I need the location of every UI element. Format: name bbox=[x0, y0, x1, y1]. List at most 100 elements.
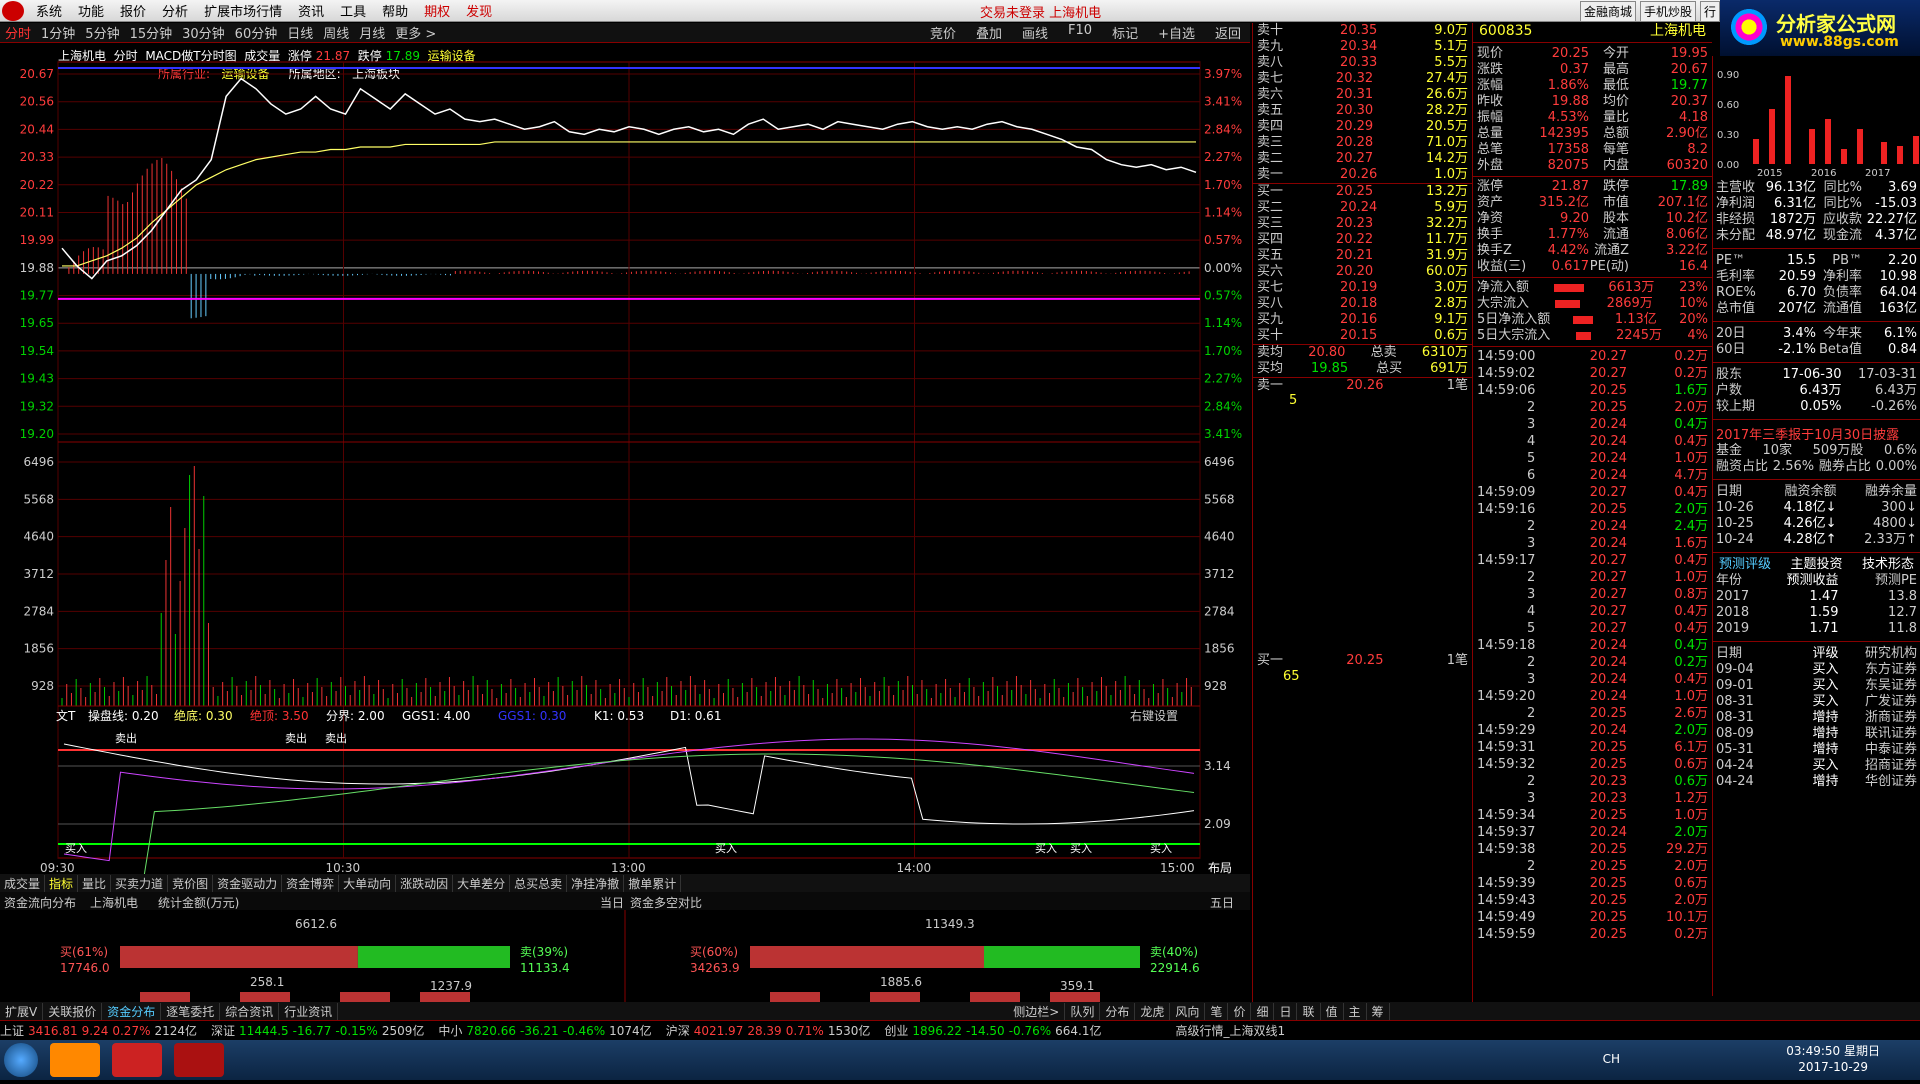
bid-row[interactable]: 买四 20.22 11.7万 bbox=[1253, 232, 1472, 248]
browser-icon[interactable] bbox=[50, 1043, 101, 1077]
mobile-button[interactable]: 手机炒股 bbox=[1640, 1, 1697, 22]
indicator-tab[interactable]: 竞价图 bbox=[168, 874, 214, 892]
more-button[interactable]: 行 bbox=[1700, 1, 1721, 22]
bid-row[interactable]: 买二 20.24 5.9万 bbox=[1253, 200, 1472, 216]
index-name[interactable]: 中小 bbox=[438, 1022, 462, 1039]
ask-row[interactable]: 卖四 20.29 20.5万 bbox=[1253, 119, 1472, 135]
period-tab[interactable]: 月线 bbox=[354, 23, 390, 42]
tool-button[interactable]: 标记 bbox=[1107, 23, 1143, 42]
indicator-tab[interactable]: 涨跌动因 bbox=[396, 874, 454, 892]
indicator-tab[interactable]: 总买总卖 bbox=[510, 874, 568, 892]
indicator-tab[interactable]: 净挂净撤 bbox=[567, 874, 625, 892]
period-tab[interactable]: 60分钟 bbox=[230, 23, 283, 42]
ask-row[interactable]: 卖五 20.30 28.2万 bbox=[1253, 103, 1472, 119]
bid-row[interactable]: 买八 20.18 2.8万 bbox=[1253, 296, 1472, 312]
ask-row[interactable]: 卖三 20.28 71.0万 bbox=[1253, 135, 1472, 151]
tool-button[interactable]: +自选 bbox=[1153, 23, 1200, 42]
intraday-chart[interactable]: 20.67 3.97% 20.56 3.41% 20.44 2.84% 20.33 2.27%… bbox=[0, 44, 1252, 874]
bid-row[interactable]: 买六 20.20 60.0万 bbox=[1253, 264, 1472, 280]
period-tab[interactable]: 30分钟 bbox=[177, 23, 230, 42]
trading-app-icon[interactable] bbox=[174, 1043, 225, 1077]
menu-item[interactable]: 系统 bbox=[28, 1, 70, 20]
side-tab[interactable]: 值 bbox=[1321, 1002, 1344, 1020]
period-tab[interactable]: 1分钟 bbox=[36, 23, 80, 42]
bid-label: 买二 bbox=[1257, 200, 1284, 215]
tool-button[interactable]: 叠加 bbox=[971, 23, 1007, 42]
system-clock[interactable]: 03:49:50 星期日 2017-10-29 bbox=[1786, 1043, 1880, 1075]
back-button[interactable]: 返回 bbox=[1210, 23, 1246, 42]
indicator-tab[interactable]: 撤单累计 bbox=[624, 874, 682, 892]
bottom-tab[interactable]: 综合资讯 bbox=[220, 1002, 280, 1020]
side-tab[interactable]: 筹 bbox=[1367, 1002, 1390, 1020]
bottom-tab[interactable]: 关联报价 bbox=[43, 1002, 103, 1020]
bid-row[interactable]: 买十 20.15 0.6万 bbox=[1253, 328, 1472, 344]
start-button-icon[interactable] bbox=[4, 1043, 38, 1077]
ask-row[interactable]: 卖九 20.34 5.1万 bbox=[1253, 39, 1472, 55]
tool-button[interactable]: 竞价 bbox=[925, 23, 961, 42]
side-tab[interactable]: 分布 bbox=[1100, 1002, 1136, 1020]
period-tab[interactable]: 15分钟 bbox=[125, 23, 178, 42]
period-select[interactable]: 五日 bbox=[1210, 894, 1234, 911]
forecast-tab[interactable]: 技术形态 bbox=[1862, 557, 1914, 573]
menu-item-discover[interactable]: 发现 bbox=[458, 1, 500, 20]
indicator-tab[interactable]: 量比 bbox=[78, 874, 112, 892]
index-name[interactable]: 创业 bbox=[884, 1022, 908, 1039]
period-tab[interactable]: 5分钟 bbox=[80, 23, 124, 42]
bottom-tab[interactable]: 行业资讯 bbox=[279, 1002, 339, 1020]
side-tab[interactable]: 日 bbox=[1274, 1002, 1298, 1020]
tool-button[interactable]: 画线 bbox=[1017, 23, 1053, 42]
tool-button[interactable]: F10 bbox=[1063, 23, 1097, 42]
period-tab[interactable]: 周线 bbox=[318, 23, 354, 42]
ask-row[interactable]: 卖十 20.35 9.0万 bbox=[1253, 23, 1472, 39]
bid-row[interactable]: 买七 20.19 3.0万 bbox=[1253, 280, 1472, 296]
bottom-tab[interactable]: 资金分布 bbox=[102, 1002, 162, 1020]
indicator-tab[interactable]: 大单动向 bbox=[339, 874, 397, 892]
side-tab[interactable]: 主 bbox=[1344, 1002, 1367, 1020]
ask-row[interactable]: 卖二 20.27 14.2万 bbox=[1253, 151, 1472, 167]
menu-item-options[interactable]: 期权 bbox=[416, 1, 458, 20]
index-name[interactable]: 深证 bbox=[211, 1022, 235, 1039]
ask-row[interactable]: 卖七 20.32 27.4万 bbox=[1253, 71, 1472, 87]
indicator-tab[interactable]: 指标 bbox=[45, 874, 79, 892]
period-tab[interactable]: 日线 bbox=[282, 23, 318, 42]
input-lang[interactable]: CH bbox=[1603, 1052, 1620, 1066]
index-name[interactable]: 沪深 bbox=[666, 1022, 690, 1039]
side-tab[interactable]: 风向 bbox=[1170, 1002, 1206, 1020]
ask-row[interactable]: 卖一 20.26 1.0万 bbox=[1253, 167, 1472, 183]
menu-item[interactable]: 功能 bbox=[70, 1, 112, 20]
mall-button[interactable]: 金融商城 bbox=[1580, 1, 1637, 22]
app-icon[interactable] bbox=[112, 1043, 163, 1077]
index-name[interactable]: 上证 bbox=[0, 1022, 24, 1039]
indicator-tab[interactable]: 资金驱动力 bbox=[213, 874, 283, 892]
bottom-tab[interactable]: 逐笔委托 bbox=[161, 1002, 221, 1020]
report-notice[interactable]: 2017年三季报于10月30日披露 bbox=[1713, 424, 1920, 443]
side-tab[interactable]: 细 bbox=[1251, 1002, 1275, 1020]
bottom-tab[interactable]: 扩展V bbox=[0, 1002, 44, 1020]
period-tab[interactable]: 更多 > bbox=[390, 23, 441, 42]
indicator-tab[interactable]: 买卖力道 bbox=[111, 874, 169, 892]
indicator-tab[interactable]: 大单差分 bbox=[453, 874, 511, 892]
menu-item[interactable]: 帮助 bbox=[374, 1, 416, 20]
side-tab[interactable]: 队列 bbox=[1065, 1002, 1101, 1020]
side-tab[interactable]: 侧边栏> bbox=[1008, 1002, 1066, 1020]
side-tab[interactable]: 联 bbox=[1297, 1002, 1321, 1020]
forecast-tab[interactable]: 预测评级 bbox=[1719, 557, 1771, 573]
side-tab[interactable]: 笔 bbox=[1205, 1002, 1229, 1020]
bid-row[interactable]: 买三 20.23 32.2万 bbox=[1253, 216, 1472, 232]
menu-item[interactable]: 工具 bbox=[332, 1, 374, 20]
ask-row[interactable]: 卖六 20.31 26.6万 bbox=[1253, 87, 1472, 103]
side-tab[interactable]: 龙虎 bbox=[1135, 1002, 1171, 1020]
ask-row[interactable]: 卖八 20.33 5.5万 bbox=[1253, 55, 1472, 71]
side-tab[interactable]: 价 bbox=[1228, 1002, 1252, 1020]
indicator-tab[interactable]: 成交量 bbox=[0, 874, 46, 892]
indicator-tab[interactable]: 资金博弈 bbox=[282, 874, 340, 892]
bid-row[interactable]: 买五 20.21 31.9万 bbox=[1253, 248, 1472, 264]
period-tab[interactable]: 分时 bbox=[0, 23, 36, 42]
bid-row[interactable]: 买一 20.25 13.2万 bbox=[1253, 184, 1472, 200]
menu-item[interactable]: 扩展市场行情 bbox=[196, 1, 290, 20]
bid-row[interactable]: 买九 20.16 9.1万 bbox=[1253, 312, 1472, 328]
menu-item[interactable]: 资讯 bbox=[290, 1, 332, 20]
forecast-tab[interactable]: 主题投资 bbox=[1790, 557, 1842, 573]
menu-item[interactable]: 报价 bbox=[112, 1, 154, 20]
menu-item[interactable]: 分析 bbox=[154, 1, 196, 20]
